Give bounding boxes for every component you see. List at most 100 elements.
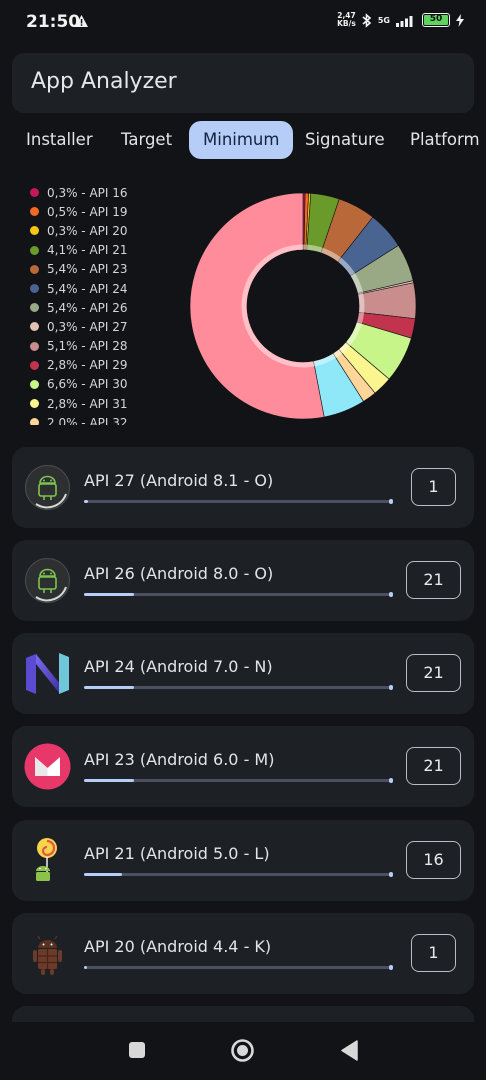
- api-card[interactable]: API 24 (Android 7.0 - N) 21: [12, 633, 474, 714]
- legend-swatch: [30, 322, 39, 332]
- legend-item: 5,1% - API 28: [30, 337, 190, 356]
- legend-swatch: [30, 399, 39, 409]
- battery-icon: 50: [422, 13, 450, 27]
- signal-icon: [396, 15, 413, 27]
- network-speed-unit: KB/s: [337, 19, 356, 28]
- count-box: 16: [406, 841, 461, 879]
- progress-bar: [84, 965, 393, 970]
- api-card-label: API 26 (Android 8.0 - O): [84, 564, 274, 583]
- android-marshmallow-icon: [24, 743, 71, 790]
- network-speed: 2,47 KB/s: [337, 12, 356, 28]
- legend-label: 0,3% - API 27: [47, 319, 128, 334]
- app-title: App Analyzer: [31, 69, 177, 94]
- android-lollipop-icon: [36, 838, 57, 881]
- network-type: 5G: [377, 15, 390, 25]
- chart-legend: 0,3% - API 16 0,5% - API 19 0,3% - API 20 4…: [30, 183, 190, 425]
- status-time: 21:50: [26, 12, 81, 32]
- progress-end: [389, 872, 393, 877]
- bluetooth-icon: [362, 12, 372, 28]
- api-card-label: API 20 (Android 4.4 - K): [84, 937, 272, 956]
- legend-item: 5,4% - API 26: [30, 298, 190, 317]
- legend-label: 0,3% - API 16: [47, 185, 128, 200]
- legend-swatch: [30, 188, 39, 198]
- count-box: 21: [406, 561, 461, 599]
- api-card[interactable]: API 20 (Android 4.4 - K) 1: [12, 913, 474, 994]
- api-card[interactable]: API 27 (Android 8.1 - O) 1: [12, 447, 474, 528]
- count-box: 21: [406, 747, 461, 785]
- legend-item: 6,6% - API 30: [30, 375, 190, 394]
- legend-label: 0,3% - API 20: [47, 223, 128, 238]
- legend-swatch: [30, 207, 39, 217]
- battery-level: 50: [424, 15, 448, 25]
- progress-fill: [84, 593, 135, 596]
- legend-item: 2,8% - API 31: [30, 394, 190, 413]
- progress-fill: [84, 686, 135, 689]
- legend-label: 0,5% - API 19: [47, 204, 128, 219]
- progress-end: [389, 685, 393, 690]
- legend-item: 0,3% - API 27: [30, 317, 190, 336]
- api-card[interactable]: API 23 (Android 6.0 - M) 21: [12, 726, 474, 807]
- legend-label: 4,1% - API 21: [47, 243, 128, 258]
- legend-swatch: [30, 418, 39, 425]
- api-card[interactable]: API 21 (Android 5.0 - L) 16: [12, 820, 474, 901]
- progress-bar: [84, 499, 393, 504]
- legend-item: 4,1% - API 21: [30, 241, 190, 260]
- legend-label: 5,4% - API 26: [47, 300, 128, 315]
- legend-item: 0,5% - API 19: [30, 202, 190, 221]
- count-box: 21: [406, 654, 461, 692]
- legend-item: 0,3% - API 20: [30, 221, 190, 240]
- legend-label: 2,8% - API 29: [47, 358, 128, 373]
- android-oreo-icon: [25, 465, 70, 510]
- status-icons: 2,47 KB/s 5G 50: [337, 12, 464, 28]
- legend-item: 2,0% - API 32: [30, 413, 190, 425]
- progress-fill: [84, 873, 122, 876]
- legend-swatch: [30, 264, 39, 274]
- charging-icon: [456, 13, 464, 27]
- legend-label: 5,4% - API 24: [47, 281, 128, 296]
- count-box: 1: [411, 934, 456, 972]
- back-button[interactable]: [340, 1040, 358, 1061]
- home-button[interactable]: [230, 1038, 255, 1063]
- donut-hole: [247, 250, 359, 362]
- legend-label: 2,0% - API 32: [47, 415, 128, 425]
- progress-bar: [84, 592, 393, 597]
- api-card[interactable]: API 26 (Android 8.0 - O) 21: [12, 540, 474, 621]
- tab-target[interactable]: Target: [121, 121, 172, 159]
- legend-label: 6,6% - API 30: [47, 377, 128, 392]
- tab-platform[interactable]: Platform: [410, 121, 480, 159]
- progress-bar: [84, 872, 393, 877]
- progress-fill: [84, 779, 135, 782]
- legend-swatch: [30, 226, 39, 236]
- tab-minimum[interactable]: Minimum: [189, 121, 294, 159]
- api-card-label: API 21 (Android 5.0 - L): [84, 844, 270, 863]
- legend-item: 5,4% - API 24: [30, 279, 190, 298]
- progress-bar: [84, 778, 393, 783]
- android-nougat-icon: [26, 653, 69, 694]
- legend-swatch: [30, 284, 39, 294]
- warning-icon: [75, 15, 88, 27]
- legend-item: 2,8% - API 29: [30, 356, 190, 375]
- progress-end: [389, 778, 393, 783]
- legend-label: 5,4% - API 23: [47, 262, 128, 277]
- legend-swatch: [30, 341, 39, 351]
- legend-swatch: [30, 245, 39, 255]
- legend-swatch: [30, 303, 39, 313]
- tab-bar: Installer Target Minimum Signature Platf…: [0, 121, 486, 161]
- legend-item: 5,4% - API 23: [30, 260, 190, 279]
- progress-end: [389, 592, 393, 597]
- navigation-bar: [0, 1022, 486, 1080]
- progress-end: [389, 499, 393, 504]
- count-box: 1: [411, 468, 456, 506]
- api-card-label: API 24 (Android 7.0 - N): [84, 657, 273, 676]
- android-kitkat-icon: [33, 935, 62, 975]
- progress-end: [389, 965, 393, 970]
- status-bar: 21:50 2,47 KB/s 5G 50: [0, 0, 486, 44]
- tab-installer[interactable]: Installer: [26, 121, 93, 159]
- recents-button[interactable]: [128, 1041, 146, 1059]
- legend-label: 2,8% - API 31: [47, 396, 128, 411]
- android-oreo-icon: [25, 558, 70, 603]
- donut-chart: [189, 192, 417, 420]
- app-bar: App Analyzer: [12, 53, 474, 113]
- legend-swatch: [30, 379, 39, 389]
- tab-signature[interactable]: Signature: [305, 121, 385, 159]
